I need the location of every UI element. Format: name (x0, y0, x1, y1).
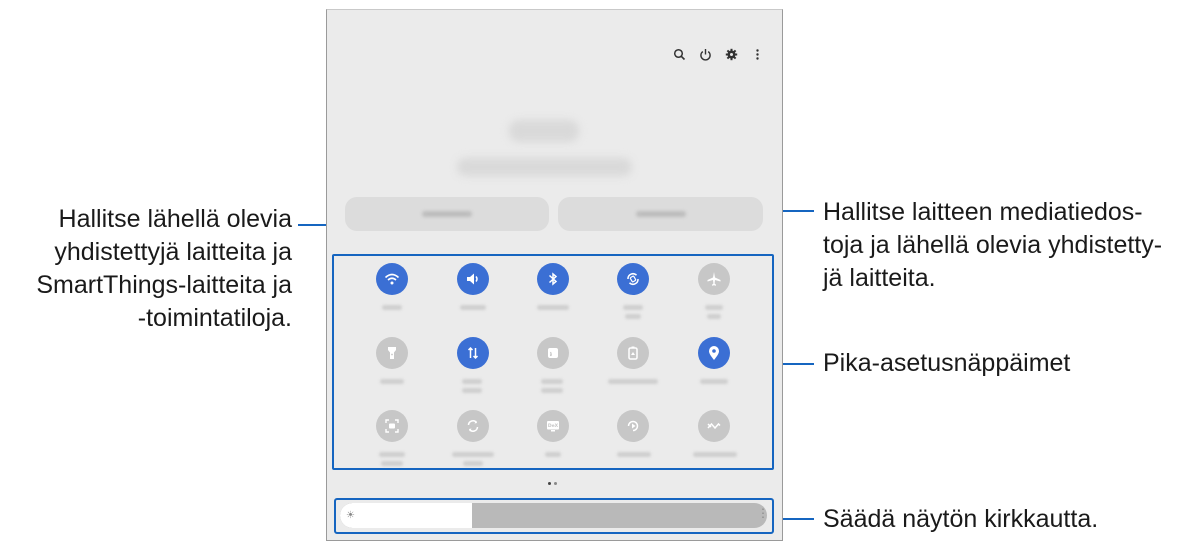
hotspot-label-2 (541, 388, 563, 393)
brightness-highlight (334, 498, 774, 534)
callout-brightness: Säädä näytön kirkkautta. (823, 503, 1098, 536)
wifi-icon (384, 273, 400, 285)
power-saving-tile[interactable] (617, 337, 649, 369)
media-output-label (635, 211, 686, 217)
smart-view-icon (627, 420, 639, 432)
sound-tile[interactable] (457, 263, 489, 295)
nearby-share-icon (707, 422, 721, 430)
media-output-button[interactable] (558, 197, 763, 231)
callout-line-1: Hallitse laitteen mediatiedos- (823, 198, 1143, 226)
bluetooth-tile[interactable] (537, 263, 569, 295)
bluetooth-label (537, 305, 569, 310)
auto-rotate-label (623, 305, 643, 310)
page-indicator (548, 482, 557, 485)
sound-label (460, 305, 486, 310)
nearby-share-tile[interactable] (698, 410, 730, 442)
callout-line-2: toja ja lähellä olevia yhdistetty- (823, 231, 1163, 259)
airplane-mode-label (705, 305, 723, 310)
sync-icon (467, 420, 479, 432)
more-options-icon[interactable] (751, 48, 764, 61)
clock-blurred (509, 120, 579, 142)
airplane-icon (707, 272, 721, 286)
date-blurred (457, 158, 632, 176)
hotspot-tile[interactable] (537, 337, 569, 369)
location-tile[interactable] (698, 337, 730, 369)
callout-line-1: Pika-asetusnäppäimet (823, 349, 1071, 377)
power-saving-label (608, 379, 658, 384)
gear-icon[interactable] (725, 48, 738, 61)
location-icon (709, 346, 719, 360)
mobile-data-label-2 (462, 388, 482, 393)
wifi-label (382, 305, 402, 310)
screen-recorder-label-2 (381, 461, 403, 466)
sound-icon (467, 273, 478, 285)
flashlight-label (380, 379, 404, 384)
callout-line-4: -toimintatiloja. (137, 304, 292, 332)
mobile-data-label (462, 379, 482, 384)
nearby-share-label (693, 452, 737, 457)
wifi-tile[interactable] (376, 263, 408, 295)
callout-line-1: Hallitse lähellä olevia (58, 205, 292, 233)
callout-line-3: jä laitteita. (823, 264, 936, 292)
screen-recorder-icon (385, 419, 399, 433)
battery-icon (628, 346, 638, 360)
callout-line-3: SmartThings-laitteita ja (36, 271, 292, 299)
dex-tile[interactable]: DeX (537, 410, 569, 442)
sync-label (452, 452, 494, 457)
callout-quick-settings: Pika-asetusnäppäimet (823, 347, 1070, 380)
callout-line-2: yhdistettyjä laitteita ja (54, 238, 292, 266)
page-dot-2[interactable] (554, 482, 557, 485)
search-icon[interactable] (673, 48, 686, 61)
callout-media-output: Hallitse laitteen mediatiedos- toja ja l… (823, 196, 1162, 295)
location-label (700, 379, 728, 384)
mobile-data-tile[interactable] (457, 337, 489, 369)
hotspot-icon (548, 348, 558, 358)
flashlight-tile[interactable] (376, 337, 408, 369)
device-control-label (422, 211, 472, 217)
airplane-mode-tile[interactable] (698, 263, 730, 295)
svg-text:DeX: DeX (548, 423, 559, 429)
auto-rotate-icon (627, 273, 639, 285)
auto-rotate-label-2 (625, 314, 641, 319)
quick-panel-toolbar (673, 48, 764, 61)
bluetooth-icon (548, 272, 558, 286)
callout-connected-devices: Hallitse lähellä olevia yhdistettyjä lai… (30, 203, 292, 335)
screen-recorder-tile[interactable] (376, 410, 408, 442)
device-control-button[interactable] (345, 197, 549, 231)
hotspot-label (541, 379, 563, 384)
sync-label-2 (463, 461, 483, 466)
screen-recorder-label (379, 452, 405, 457)
smart-view-tile[interactable] (617, 410, 649, 442)
dex-label (545, 452, 561, 457)
callout-line-1: Säädä näytön kirkkautta. (823, 505, 1099, 533)
mobile-data-icon (467, 346, 479, 360)
dex-icon: DeX (547, 421, 559, 432)
airplane-mode-label-2 (707, 314, 721, 319)
flashlight-icon (388, 347, 396, 359)
smart-view-label (617, 452, 651, 457)
sync-tile[interactable] (457, 410, 489, 442)
auto-rotate-tile[interactable] (617, 263, 649, 295)
power-icon[interactable] (699, 48, 712, 61)
page-dot-1[interactable] (548, 482, 551, 485)
